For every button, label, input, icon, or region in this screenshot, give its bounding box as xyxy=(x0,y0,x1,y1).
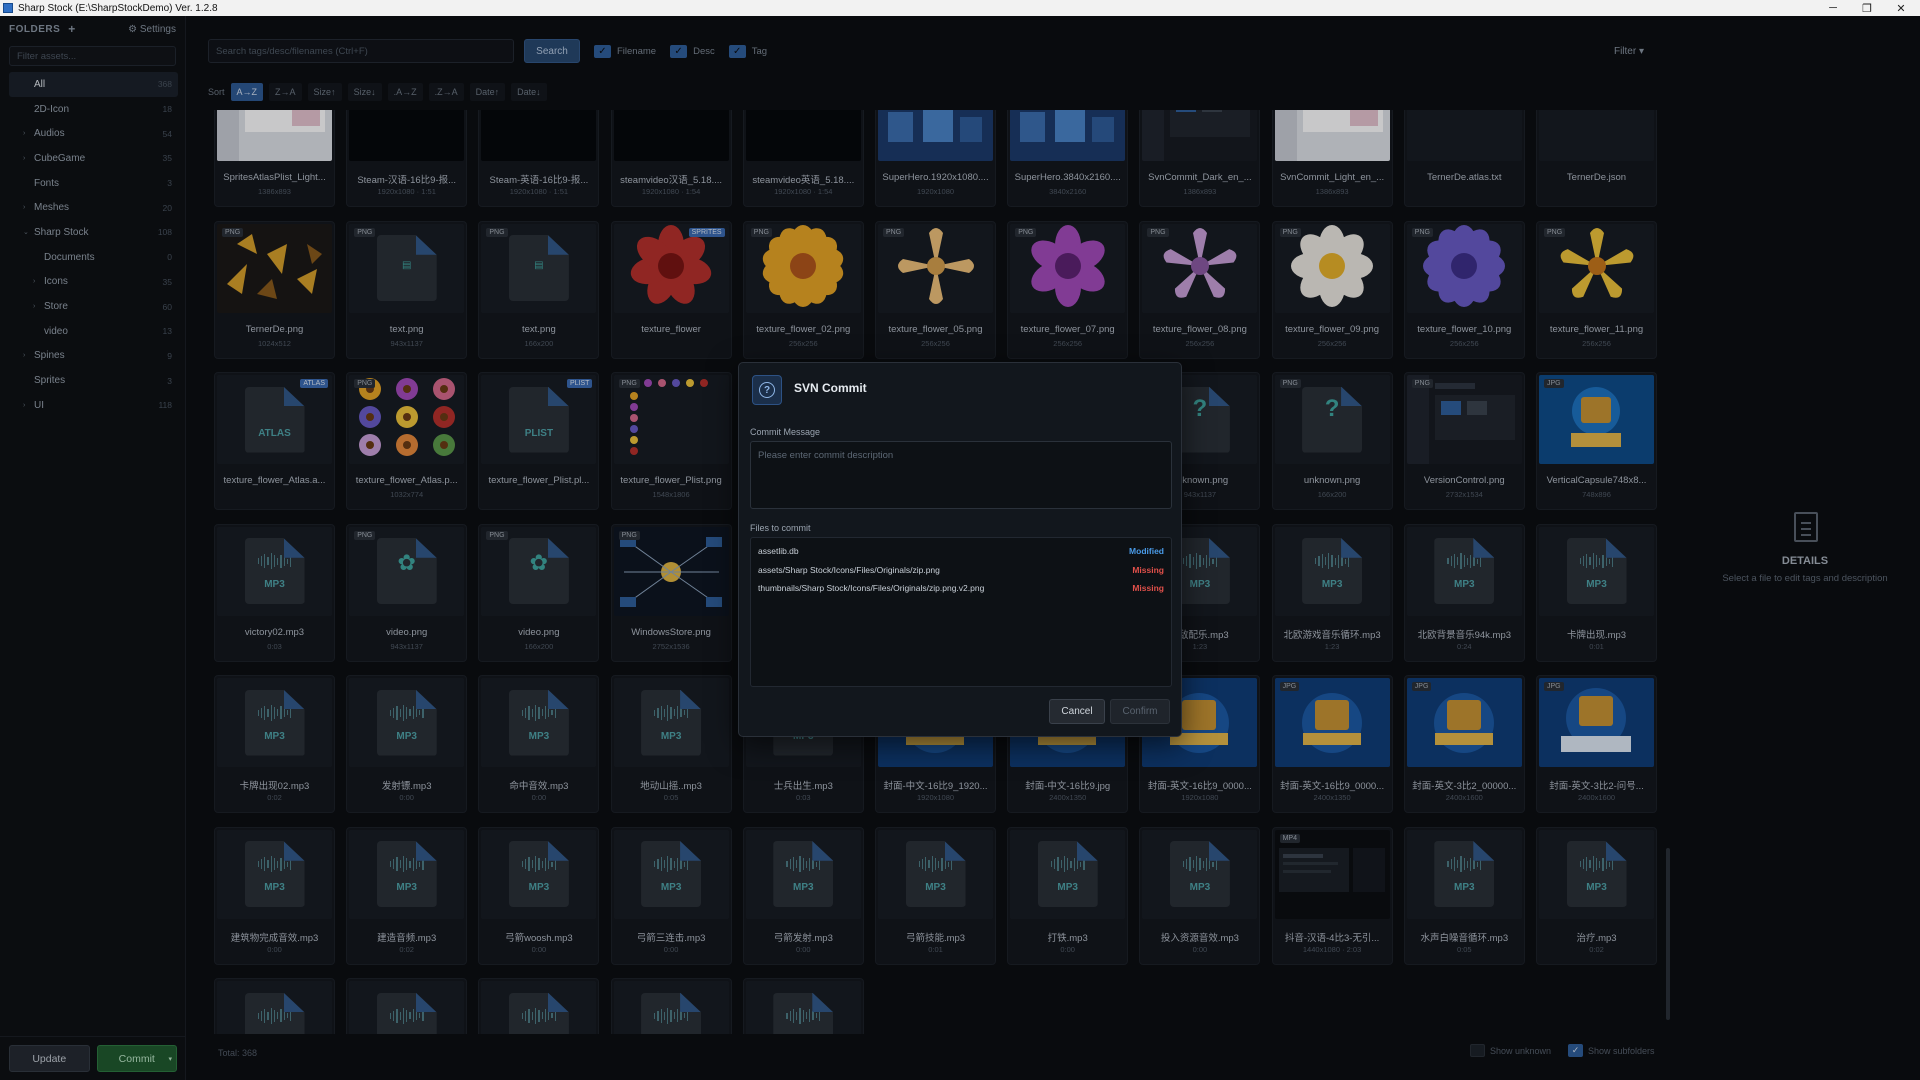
file-status: Modified xyxy=(1129,546,1164,556)
app-icon xyxy=(3,3,13,13)
restore-icon[interactable]: ❐ xyxy=(1850,0,1884,16)
file-status: Missing xyxy=(1132,583,1164,593)
commit-message-input[interactable]: Please enter commit description xyxy=(750,441,1172,509)
close-icon[interactable]: ✕ xyxy=(1884,0,1918,16)
files-to-commit-list: assetlib.db Modified assets/Sharp Stock/Ic… xyxy=(750,537,1172,687)
file-path: assets/Sharp Stock/Icons/Files/Originals… xyxy=(758,564,940,575)
window-title: Sharp Stock (E:\SharpStockDemo) Ver. 1.2… xyxy=(18,2,218,14)
file-path: thumbnails/Sharp Stock/Icons/Files/Origi… xyxy=(758,583,985,593)
file-path: assetlib.db xyxy=(758,546,799,556)
commit-message-label: Commit Message xyxy=(750,427,821,437)
minimize-icon[interactable]: ─ xyxy=(1816,0,1850,16)
commit-file-row[interactable]: assetlib.db Modified xyxy=(758,544,1164,558)
question-mark: ? xyxy=(759,382,775,398)
title-bar: Sharp Stock (E:\SharpStockDemo) Ver. 1.2… xyxy=(0,0,1920,16)
files-to-commit-label: Files to commit xyxy=(750,523,811,533)
help-icon: ? xyxy=(752,375,782,405)
file-status: Missing xyxy=(1132,564,1164,575)
dialog-title: SVN Commit xyxy=(794,381,867,395)
cancel-button[interactable]: Cancel xyxy=(1049,699,1105,724)
commit-file-row[interactable]: assets/Sharp Stock/Icons/Files/Originals… xyxy=(758,563,1164,577)
svn-commit-dialog: ? SVN Commit Commit Message Please enter… xyxy=(738,362,1182,737)
commit-file-row[interactable]: thumbnails/Sharp Stock/Icons/Files/Origi… xyxy=(758,581,1164,595)
confirm-button[interactable]: Confirm xyxy=(1110,699,1170,724)
